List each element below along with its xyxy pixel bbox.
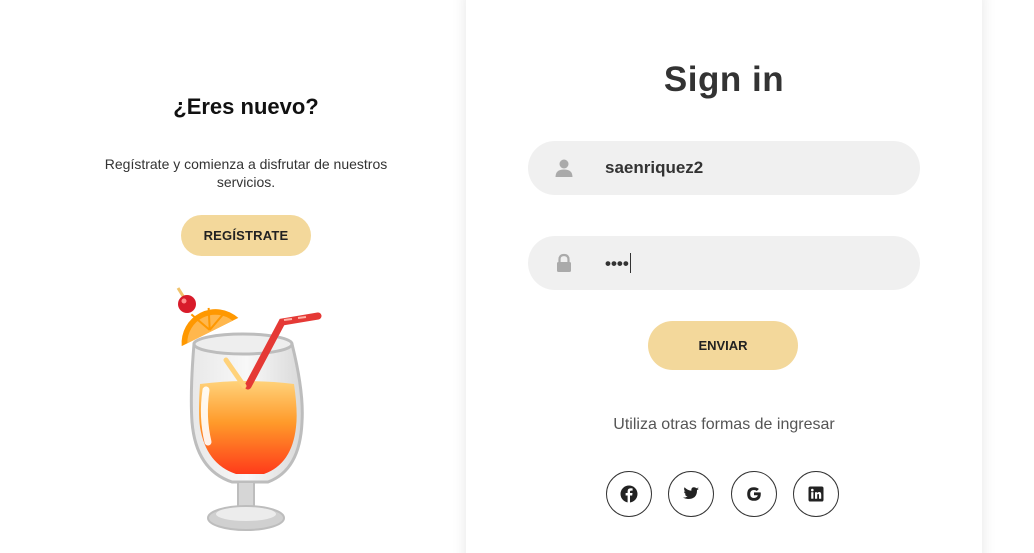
- google-icon: [747, 487, 761, 501]
- password-value[interactable]: ••••: [605, 253, 631, 274]
- new-user-description: Regístrate y comienza a disfrutar de nue…: [104, 156, 388, 190]
- signin-card: Sign in saenriquez2 •••• ENVIAR Utiliza …: [466, 0, 982, 553]
- twitter-button[interactable]: [668, 471, 714, 517]
- page: ¿Eres nuevo? Regístrate y comienza a dis…: [0, 0, 1034, 553]
- linkedin-icon: [808, 486, 824, 502]
- facebook-icon: [620, 485, 638, 503]
- signin-title: Sign in: [663, 60, 785, 99]
- user-icon: [555, 159, 573, 177]
- facebook-button[interactable]: [606, 471, 652, 517]
- password-field[interactable]: ••••: [528, 236, 920, 290]
- username-field[interactable]: saenriquez2: [528, 141, 920, 195]
- password-mask: ••••: [605, 254, 629, 273]
- twitter-icon: [683, 487, 699, 499]
- new-user-title: ¿Eres nuevo?: [173, 94, 319, 119]
- left-panel: ¿Eres nuevo? Regístrate y comienza a dis…: [0, 0, 465, 553]
- lock-icon: [557, 253, 571, 272]
- text-caret: [629, 253, 631, 273]
- google-button[interactable]: [731, 471, 777, 517]
- cocktail-glass-illustration: [176, 287, 322, 531]
- linkedin-button[interactable]: [793, 471, 839, 517]
- username-value[interactable]: saenriquez2: [605, 158, 703, 178]
- alt-login-text: Utiliza otras formas de ingresar: [613, 416, 835, 433]
- submit-button[interactable]: ENVIAR: [648, 321, 798, 370]
- register-button[interactable]: REGÍSTRATE: [181, 215, 311, 256]
